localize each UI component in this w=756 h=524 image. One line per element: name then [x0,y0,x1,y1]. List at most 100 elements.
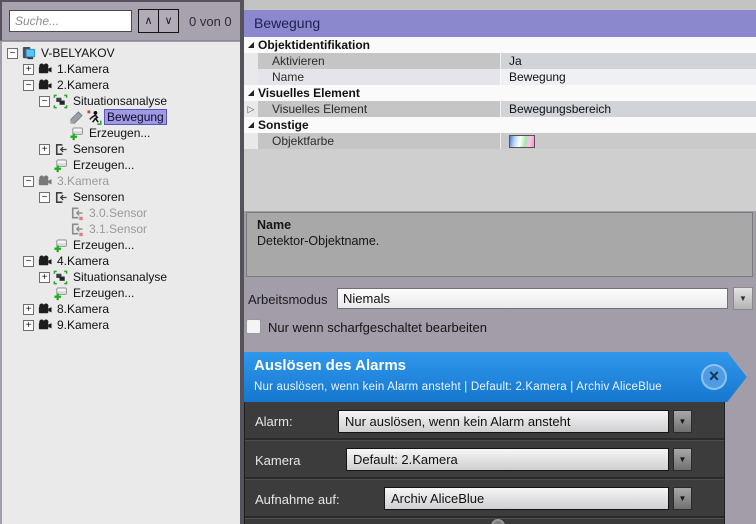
tree-expander-minus[interactable]: − [39,192,50,203]
tree-item-3-1-sensor[interactable]: 3.1.Sensor [2,221,240,237]
property-gutter [244,53,258,69]
archive-combobox[interactable]: Archiv AliceBlue [384,487,669,510]
alarm-rule-form: Alarm: Nur auslösen, wenn kein Alarm ans… [244,402,725,524]
create-plus-icon [53,158,69,173]
tree-item-1-kamera[interactable]: +1.Kamera [2,61,240,77]
tree-item-situationsanalyse[interactable]: + Situationsanalyse [2,269,240,285]
alarm-form-next-row [245,518,724,524]
property-row-aktivieren: AktivierenJa [244,53,756,69]
create-plus-icon [53,286,69,301]
camera-icon [37,62,53,77]
description-text: Detektor-Objektname. [257,234,742,248]
alarm-condition-combobox[interactable]: Nur auslösen, wenn kein Alarm ansteht [338,410,669,433]
camera-icon [37,254,53,269]
property-value[interactable]: Bewegungsbereich [500,101,756,117]
workmode-dropdown-button[interactable]: ▼ [733,287,753,310]
search-input[interactable] [9,10,132,32]
category-collapse-icon[interactable]: ◢ [244,117,258,133]
tree-item-3-0-sensor[interactable]: 3.0.Sensor [2,205,240,221]
tree-expander-plus[interactable]: + [23,304,34,315]
tree-item-label: V-BELYAKOV [39,46,117,60]
tree-expander-minus[interactable]: − [23,80,34,91]
tree-expander-plus[interactable]: + [39,272,50,283]
tree-expander-minus[interactable]: − [23,256,34,267]
close-icon[interactable]: × [701,364,727,390]
tree-expander-minus[interactable]: − [7,48,18,59]
record-to-field-label: Aufnahme auf: [255,480,340,518]
tree-item-sensoren[interactable]: + Sensoren [2,141,240,157]
tree-item-label: 9.Kamera [55,318,111,332]
tree-item-v-belyakov[interactable]: − V-BELYAKOV [2,45,240,61]
tree-item-bewegung[interactable]: Bewegung [2,109,240,125]
alarm-field-row: Aufnahme auf: Archiv AliceBlue ▼ [245,479,724,518]
alarm-rule-title: Auslösen des Alarms [254,357,406,374]
property-row-objektfarbe: Objektfarbe [244,133,756,149]
property-value[interactable]: Bewegung [500,69,756,85]
alarm-condition-dropdown-button[interactable]: ▼ [673,410,692,433]
property-value[interactable] [500,133,756,149]
tree-expander-plus[interactable]: + [39,144,50,155]
category-collapse-icon[interactable]: ◢ [244,85,258,101]
tree-item-3-kamera[interactable]: − 3.Kamera [2,173,240,189]
property-category-sonstige[interactable]: ◢Sonstige [244,117,756,133]
camera-dropdown-button[interactable]: ▼ [673,448,692,471]
property-label: Aktivieren [258,53,500,69]
tree-item-erzeugen[interactable]: Erzeugen... [2,157,240,173]
situation-analysis-icon [53,94,69,109]
sensor-icon [53,142,69,157]
camera-icon [37,318,53,333]
category-label: Visuelles Element [258,85,360,101]
tree-item-8-kamera[interactable]: +8.Kamera [2,301,240,317]
tree-item-label: 3.0.Sensor [87,206,149,220]
tree-item-label: Sensoren [71,190,126,204]
armed-only-checkbox[interactable] [246,319,261,334]
armed-only-checkbox-label: Nur wenn scharfgeschaltet bearbeiten [268,320,487,335]
tree-expander-plus[interactable]: + [23,320,34,331]
property-expand-icon[interactable]: ▷ [244,101,258,117]
server-icon [21,46,37,61]
tree-item-erzeugen[interactable]: Erzeugen... [2,237,240,253]
tree-item-label: Erzeugen... [71,286,136,300]
tree-item-label: Situationsanalyse [71,94,169,108]
tree-item-label: 3.1.Sensor [87,222,149,236]
tree-item-erzeugen[interactable]: Erzeugen... [2,125,240,141]
category-label: Objektidentifikation [258,37,370,53]
tree-expander-plus[interactable]: + [23,64,34,75]
alarm-field-label: Alarm: [255,403,293,440]
tree-item-label: Erzeugen... [87,126,152,140]
tree-item-situationsanalyse[interactable]: − Situationsanalyse [2,93,240,109]
property-value[interactable]: Ja [500,53,756,69]
search-prev-button[interactable]: ∧ [138,9,159,33]
tree-item-9-kamera[interactable]: +9.Kamera [2,317,240,333]
workmode-combobox[interactable]: Niemals [337,288,728,309]
camera-icon [37,78,53,93]
property-label: Objektfarbe [258,133,500,149]
alarm-field-row: Kamera Default: 2.Kamera ▼ [245,440,724,479]
tree-expander-minus[interactable]: − [23,176,34,187]
property-category-visuelles-element[interactable]: ◢Visuelles Element [244,85,756,101]
object-tree-panel: ∧ ∨ 0 von 0 −V-BELYAKOV+1.Kamera−2.Kamer… [0,0,240,524]
search-next-button[interactable]: ∨ [158,9,179,33]
object-color-swatch[interactable] [509,135,535,148]
tree-item-erzeugen[interactable]: Erzeugen... [2,285,240,301]
tree-item-label: 1.Kamera [55,62,111,76]
tree-item-label: Sensoren [71,142,126,156]
camera-combobox[interactable]: Default: 2.Kamera [346,448,669,471]
sensor-icon [69,206,85,221]
tree-item-2-kamera[interactable]: −2.Kamera [2,77,240,93]
category-label: Sonstige [258,117,309,133]
property-row-visuelles-element: ▷Visuelles ElementBewegungsbereich [244,101,756,117]
property-description-box: Name Detektor-Objektname. [246,212,753,277]
tree-item-label: Situationsanalyse [71,270,169,284]
property-category-objektidentifikation[interactable]: ◢Objektidentifikation [244,37,756,53]
tree-item-label: 3.Kamera [55,174,111,188]
tree-expander-minus[interactable]: − [39,96,50,107]
tree-item-sensoren[interactable]: − Sensoren [2,189,240,205]
tree-item-label: 8.Kamera [55,302,111,316]
top-strip [244,0,756,10]
tree-item-label: Erzeugen... [71,238,136,252]
tree-item-4-kamera[interactable]: −4.Kamera [2,253,240,269]
tree-item-label: Bewegung [105,110,166,124]
category-collapse-icon[interactable]: ◢ [244,37,258,53]
archive-dropdown-button[interactable]: ▼ [673,487,692,510]
